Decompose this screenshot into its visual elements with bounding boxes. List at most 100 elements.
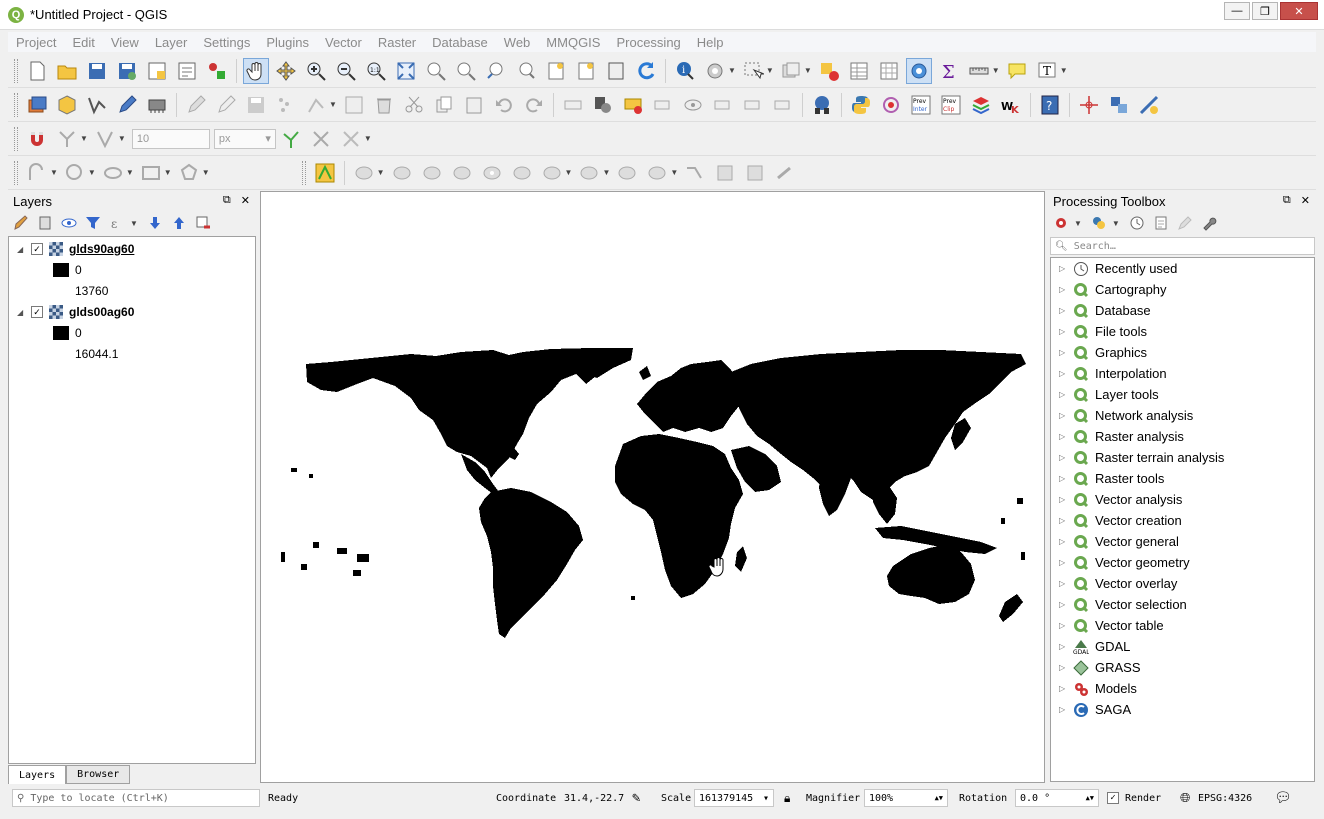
expand-arrow-icon[interactable]: ▷	[1059, 306, 1069, 315]
rotate-label-button[interactable]	[740, 92, 766, 118]
show-hide-labels-button[interactable]	[680, 92, 706, 118]
expand-arrow-icon[interactable]: ▷	[1059, 663, 1069, 672]
expand-arrow-icon[interactable]: ▷	[1059, 705, 1069, 714]
toolbox-group-item[interactable]: ▷ Layer tools	[1051, 384, 1159, 405]
expand-arrow-icon[interactable]: ▷	[1059, 285, 1069, 294]
float-panel-icon[interactable]: ⧉	[1283, 194, 1291, 207]
close-button[interactable]: ✕	[1280, 2, 1318, 20]
zoom-next-button[interactable]	[513, 58, 539, 84]
new-shapefile-button[interactable]	[84, 92, 110, 118]
expand-arrow-icon[interactable]: ▷	[1059, 327, 1069, 336]
remove-layer-button[interactable]	[194, 214, 212, 232]
snapping-mode-button[interactable]	[54, 126, 80, 152]
models-button[interactable]	[1052, 214, 1070, 232]
menu-project[interactable]: Project	[8, 35, 64, 50]
crs-button[interactable]: EPSG:4326	[1198, 793, 1252, 804]
show-bookmarks-button[interactable]	[573, 58, 599, 84]
expand-arrow-icon[interactable]: ▷	[1059, 642, 1069, 651]
toolbox-group-item[interactable]: ▷ Network analysis	[1051, 405, 1193, 426]
snap-intersection-button[interactable]	[308, 126, 334, 152]
layer-visibility-checkbox[interactable]: ✓	[31, 306, 43, 318]
chevron-down-icon[interactable]: ▼	[118, 134, 126, 143]
expand-arrow-icon[interactable]: ▷	[1059, 495, 1069, 504]
menu-database[interactable]: Database	[424, 35, 496, 50]
map-tips-button[interactable]	[603, 58, 629, 84]
chevron-down-icon[interactable]: ▼	[804, 66, 812, 75]
expand-arrow-icon[interactable]: ▷	[1059, 579, 1069, 588]
add-circle-button[interactable]	[62, 160, 88, 186]
layer-visibility-checkbox[interactable]: ✓	[31, 243, 43, 255]
tab-layers[interactable]: Layers	[8, 765, 67, 784]
select-by-value-button[interactable]	[778, 58, 804, 84]
filter-expression-button[interactable]: ε	[108, 214, 126, 232]
coordinate-format-icon[interactable]: ✎	[632, 790, 640, 806]
move-label-button[interactable]	[710, 92, 736, 118]
maximize-button[interactable]: ❐	[1252, 2, 1278, 20]
chevron-down-icon[interactable]: ▼	[364, 134, 372, 143]
chevron-down-icon[interactable]: ▼	[126, 168, 134, 177]
measure-button[interactable]	[966, 58, 992, 84]
merge-features-button[interactable]	[742, 160, 768, 186]
float-panel-icon[interactable]: ⧉	[223, 194, 231, 207]
pan-to-selection-button[interactable]	[273, 58, 299, 84]
delete-selected-button[interactable]	[371, 92, 397, 118]
chevron-down-icon[interactable]: ▼	[164, 168, 172, 177]
expand-arrow-icon[interactable]: ◢	[17, 245, 31, 254]
processing-toolbox-button[interactable]	[905, 57, 932, 84]
split-parts-button[interactable]	[712, 160, 738, 186]
chevron-down-icon[interactable]: ▼	[202, 168, 210, 177]
new-geopackage-button[interactable]	[54, 92, 80, 118]
toolbox-group-item[interactable]: ▷ Recently used	[1051, 258, 1177, 279]
history-button[interactable]	[1128, 214, 1146, 232]
globe-icon[interactable]: 🌐︎	[1180, 791, 1190, 806]
chevron-down-icon[interactable]: ▼	[377, 168, 385, 177]
options-button[interactable]	[1200, 214, 1218, 232]
georeferencer-button[interactable]	[1106, 92, 1132, 118]
toolbox-group-item[interactable]: ▷ GDAL GDAL	[1051, 636, 1130, 657]
modify-attributes-button[interactable]	[341, 92, 367, 118]
toolbox-group-item[interactable]: ▷ Vector geometry	[1051, 552, 1190, 573]
chevron-down-icon[interactable]: ▼	[80, 134, 88, 143]
new-virtual-layer-button[interactable]	[144, 92, 170, 118]
layer-item[interactable]: ◢ ✓ glds90ag60	[17, 239, 134, 259]
chevron-down-icon[interactable]: ▼	[992, 66, 1000, 75]
metasearch-button[interactable]	[809, 92, 835, 118]
add-ring-button[interactable]	[479, 160, 505, 186]
zoom-native-button[interactable]: 1:1	[363, 58, 389, 84]
python-console-button[interactable]	[848, 92, 874, 118]
chevron-down-icon[interactable]: ▼	[1074, 219, 1082, 228]
toolbox-group-item[interactable]: ▷ Raster analysis	[1051, 426, 1184, 447]
field-calculator-button[interactable]	[876, 58, 902, 84]
toolbox-group-item[interactable]: ▷ GRASS	[1051, 657, 1141, 678]
menu-help[interactable]: Help	[689, 35, 732, 50]
expand-arrow-icon[interactable]: ▷	[1059, 264, 1069, 273]
zoom-full-button[interactable]	[393, 58, 419, 84]
split-features-button[interactable]	[682, 160, 708, 186]
expand-arrow-icon[interactable]: ▷	[1059, 621, 1069, 630]
menu-mmqgis[interactable]: MMQGIS	[538, 35, 608, 50]
expand-arrow-icon[interactable]: ▷	[1059, 390, 1069, 399]
new-bookmark-button[interactable]	[543, 58, 569, 84]
help-button[interactable]: ?	[1037, 92, 1063, 118]
collapse-all-button[interactable]	[170, 214, 188, 232]
coordinate-capture-button[interactable]	[1076, 92, 1102, 118]
change-label-button[interactable]	[770, 92, 796, 118]
expand-arrow-icon[interactable]: ▷	[1059, 558, 1069, 567]
add-group-button[interactable]	[36, 214, 54, 232]
menu-processing[interactable]: Processing	[608, 35, 688, 50]
current-edits-button[interactable]	[183, 92, 209, 118]
expand-arrow-icon[interactable]: ▷	[1059, 369, 1069, 378]
toolbox-group-item[interactable]: ▷ Vector creation	[1051, 510, 1182, 531]
snapping-unit-select[interactable]: px ▾	[213, 128, 276, 149]
plugin-reloader-button[interactable]	[878, 92, 904, 118]
zoom-to-layer-button[interactable]	[453, 58, 479, 84]
chevron-down-icon[interactable]: ▼	[565, 168, 573, 177]
toolbox-group-item[interactable]: ▷ Raster terrain analysis	[1051, 447, 1224, 468]
chevron-down-icon[interactable]: ▼	[602, 168, 610, 177]
render-checkbox[interactable]: ✓	[1107, 792, 1119, 804]
run-feature-action-button[interactable]	[702, 58, 728, 84]
digitizing-tools-button[interactable]	[1136, 92, 1162, 118]
toolbox-group-item[interactable]: ▷ Raster tools	[1051, 468, 1164, 489]
pin-labels-button[interactable]	[650, 92, 676, 118]
toolbox-group-item[interactable]: ▷ Vector table	[1051, 615, 1164, 636]
